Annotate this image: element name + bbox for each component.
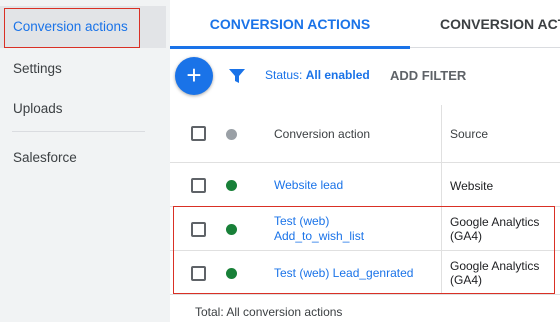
sidebar-item-salesforce[interactable]: Salesforce bbox=[0, 148, 166, 168]
active-tab-indicator bbox=[170, 46, 410, 49]
column-header-conversion-action[interactable]: Conversion action bbox=[274, 127, 370, 141]
sidebar-item-label: Uploads bbox=[13, 101, 63, 116]
main-content: CONVERSION ACTIONS CONVERSION ACTI + Sta… bbox=[170, 0, 560, 322]
sidebar-item-label: Conversion actions bbox=[13, 19, 128, 34]
table-header-row: Conversion action Source bbox=[170, 105, 560, 163]
row-checkbox[interactable] bbox=[191, 178, 206, 193]
sidebar-item-label: Settings bbox=[13, 61, 62, 76]
tab-conversion-actions-2[interactable]: CONVERSION ACTI bbox=[440, 0, 560, 48]
sidebar: Conversion actions Settings Uploads Sale… bbox=[0, 0, 170, 322]
tab-label: CONVERSION ACTIONS bbox=[209, 16, 371, 32]
column-header-source[interactable]: Source bbox=[450, 127, 488, 141]
filter-icon[interactable] bbox=[228, 67, 246, 85]
tab-label: CONVERSION ACTI bbox=[440, 16, 560, 32]
conversion-action-name: Website lead bbox=[274, 178, 344, 192]
total-row-label: Total: All conversion actions bbox=[195, 305, 343, 319]
add-filter-button[interactable]: ADD FILTER bbox=[390, 68, 466, 83]
source-value: Website bbox=[450, 179, 494, 193]
source-cell: Website bbox=[450, 179, 493, 193]
plus-icon: + bbox=[186, 60, 202, 90]
sidebar-item-uploads[interactable]: Uploads bbox=[0, 99, 166, 119]
enabled-status-icon bbox=[226, 180, 237, 191]
sidebar-item-label: Salesforce bbox=[13, 150, 77, 165]
status-filter-label: Status: bbox=[265, 68, 303, 82]
tab-conversion-actions[interactable]: CONVERSION ACTIONS bbox=[170, 0, 410, 49]
status-filter-value: All enabled bbox=[305, 68, 370, 82]
sidebar-item-settings[interactable]: Settings bbox=[0, 59, 166, 79]
table-row: Website lead Website bbox=[170, 163, 560, 207]
tab-bar: CONVERSION ACTIONS CONVERSION ACTI bbox=[170, 0, 560, 49]
rows-highlight-box bbox=[173, 206, 555, 294]
sidebar-divider bbox=[12, 131, 145, 132]
add-conversion-button[interactable]: + bbox=[175, 57, 213, 95]
status-filter[interactable]: Status: All enabled bbox=[265, 68, 370, 82]
status-column-icon bbox=[226, 129, 237, 140]
conversion-action-link[interactable]: Website lead bbox=[274, 178, 343, 193]
select-all-checkbox[interactable] bbox=[191, 126, 206, 141]
sidebar-item-conversion-actions[interactable]: Conversion actions bbox=[0, 6, 166, 48]
